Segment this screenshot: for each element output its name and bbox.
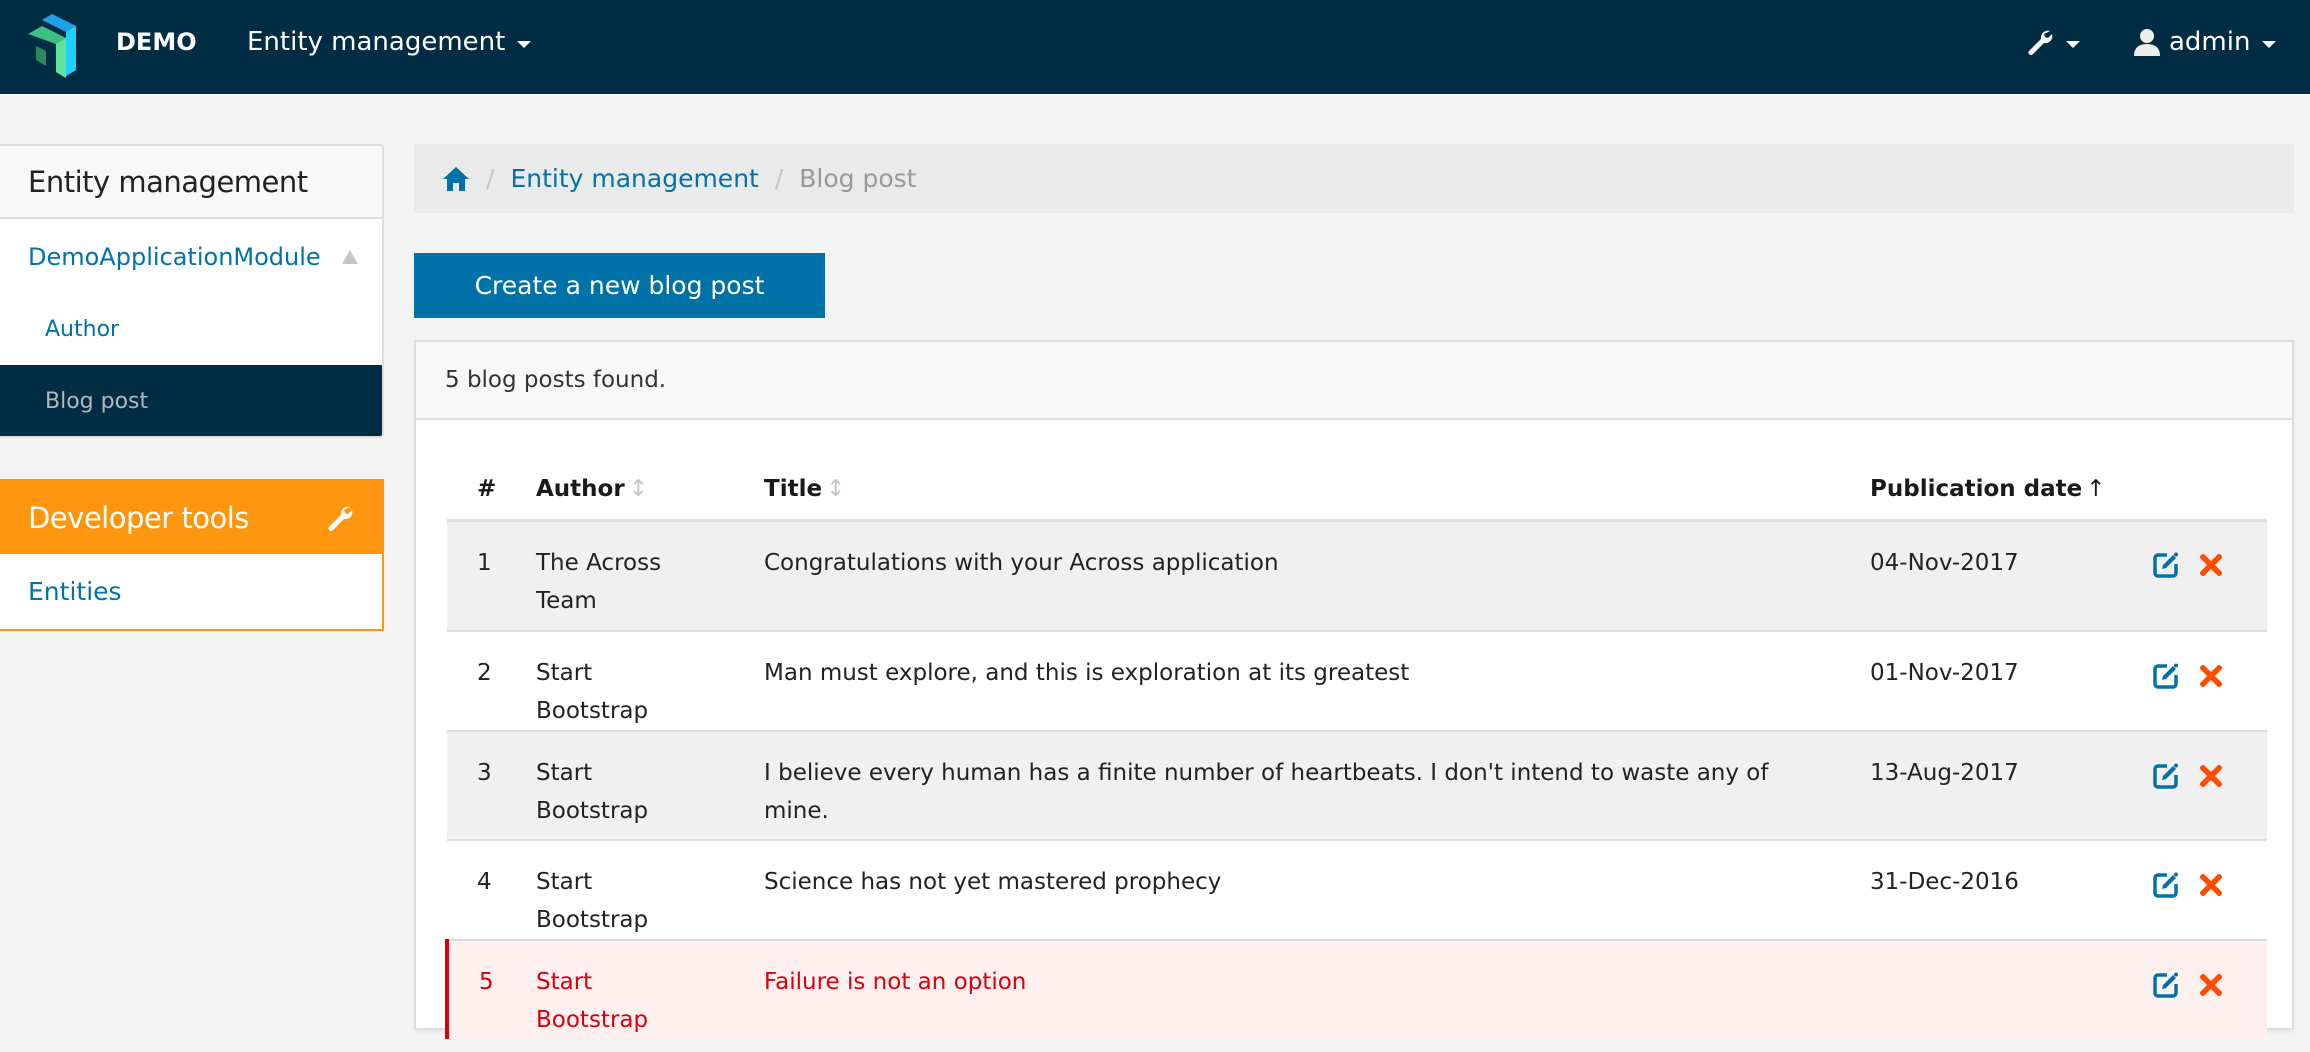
cell-number: 1 [477, 549, 492, 576]
collapse-triangle-icon [342, 249, 358, 264]
edit-icon[interactable] [2153, 972, 2179, 998]
column-header-number: # [447, 460, 536, 522]
developer-tools-title: Developer tools [28, 500, 249, 535]
table-row: 2 Start Bootstrap Man must explore, and … [447, 631, 2267, 731]
breadcrumb-separator: / [486, 164, 495, 193]
brand-name[interactable]: DEMO [116, 28, 197, 56]
cell-publication-date: 04-Nov-2017 [1870, 549, 2019, 576]
sort-icon[interactable]: ↕ [826, 476, 845, 502]
developer-tools-heading: Developer tools [0, 481, 382, 554]
cell-actions [2153, 631, 2267, 731]
edit-icon[interactable] [2153, 872, 2179, 898]
cell-title: Man must explore, and this is exploratio… [764, 660, 1410, 686]
edit-icon[interactable] [2153, 763, 2179, 789]
user-menu[interactable]: admin [2133, 27, 2277, 57]
cell-publication-date: 01-Nov-2017 [1870, 660, 2019, 686]
column-header-actions [2153, 460, 2267, 522]
cell-actions [2153, 940, 2267, 1039]
column-header-author[interactable]: Author ↕ [536, 460, 764, 522]
breadcrumb-entity-management[interactable]: Entity management [510, 164, 758, 193]
sort-icon[interactable]: ↕ [629, 476, 648, 502]
entity-management-menu[interactable]: Entity management [247, 27, 532, 57]
sort-ascending-icon[interactable]: ↑ [2086, 476, 2105, 502]
blog-post-table: # Author ↕ Title ↕ Publication date ↑ 1 The… [445, 460, 2267, 1039]
edit-icon[interactable] [2153, 552, 2179, 578]
breadcrumb-blog-post: Blog post [799, 164, 917, 193]
cell-author: The Across Team [536, 549, 662, 614]
developer-tools-panel: Developer tools Entities [0, 479, 384, 631]
cell-number: 2 [477, 660, 492, 686]
cell-publication-date: 13-Aug-2017 [1870, 760, 2019, 786]
cell-title: Science has not yet mastered prophecy [764, 869, 1222, 895]
cell-title: I believe every human has a finite numbe… [764, 760, 1769, 824]
cell-title: Failure is not an option [764, 969, 1027, 995]
column-header-title[interactable]: Title ↕ [764, 460, 1870, 522]
cell-title: Congratulations with your Across applica… [764, 549, 1279, 576]
sidebar-module-toggle[interactable]: DemoApplicationModule [0, 219, 382, 294]
table-row: 1 The Across Team Congratulations with y… [447, 520, 2267, 631]
create-blog-post-button[interactable]: Create a new blog post [414, 253, 825, 318]
edit-icon[interactable] [2153, 663, 2179, 689]
column-header-publication-date[interactable]: Publication date ↑ [1870, 460, 2153, 522]
table-row: 3 Start Bootstrap I believe every human … [447, 731, 2267, 840]
tools-menu[interactable] [2026, 28, 2080, 56]
sidebar-item-author[interactable]: Author [0, 294, 382, 365]
delete-icon[interactable] [2200, 873, 2223, 896]
delete-icon[interactable] [2200, 664, 2223, 687]
results-panel: 5 blog posts found. # Author ↕ Title ↕ Pub… [414, 340, 2294, 1039]
delete-icon[interactable] [2200, 973, 2223, 996]
cell-number: 5 [445, 940, 536, 1039]
user-name: admin [2169, 27, 2251, 57]
caret-down-icon [2066, 40, 2080, 48]
table-row: 5 Start Bootstrap Failure is not an opti… [445, 940, 2267, 1039]
cell-actions [2153, 731, 2267, 840]
wrench-icon [2028, 30, 2053, 55]
entity-management-panel: Entity management DemoApplicationModule … [0, 144, 384, 438]
cell-publication-date: 31-Dec-2016 [1870, 869, 2019, 895]
logo-icon[interactable] [28, 12, 90, 78]
cell-actions [2153, 520, 2267, 631]
caret-down-icon [2262, 40, 2277, 48]
sidebar-item-blog-post[interactable]: Blog post [0, 365, 382, 436]
wrench-icon [328, 506, 353, 531]
home-icon[interactable] [442, 166, 470, 192]
sidebar-item-entities[interactable]: Entities [0, 554, 382, 629]
entity-management-menu-label: Entity management [247, 27, 506, 57]
cell-actions [2153, 840, 2267, 940]
results-summary: 5 blog posts found. [416, 342, 2292, 420]
user-icon [2134, 29, 2160, 56]
sidebar-module-label: DemoApplicationModule [28, 242, 321, 271]
delete-icon[interactable] [2200, 764, 2223, 787]
cell-author: Start Bootstrap [536, 760, 649, 824]
cell-publication-date [1870, 940, 2153, 1039]
caret-down-icon [517, 40, 532, 48]
top-navbar: DEMO Entity management admin [0, 0, 2310, 94]
cell-author: Start Bootstrap [536, 869, 649, 933]
cell-author: Start Bootstrap [536, 969, 649, 1033]
table-row: 4 Start Bootstrap Science has not yet ma… [447, 840, 2267, 940]
cell-author: Start Bootstrap [536, 660, 649, 724]
delete-icon[interactable] [2200, 554, 2223, 576]
entity-management-heading: Entity management [0, 146, 382, 219]
breadcrumb-separator: / [774, 164, 784, 193]
cell-number: 3 [477, 760, 492, 786]
breadcrumb: / Entity management / Blog post [414, 144, 2294, 213]
cell-number: 4 [477, 869, 492, 895]
